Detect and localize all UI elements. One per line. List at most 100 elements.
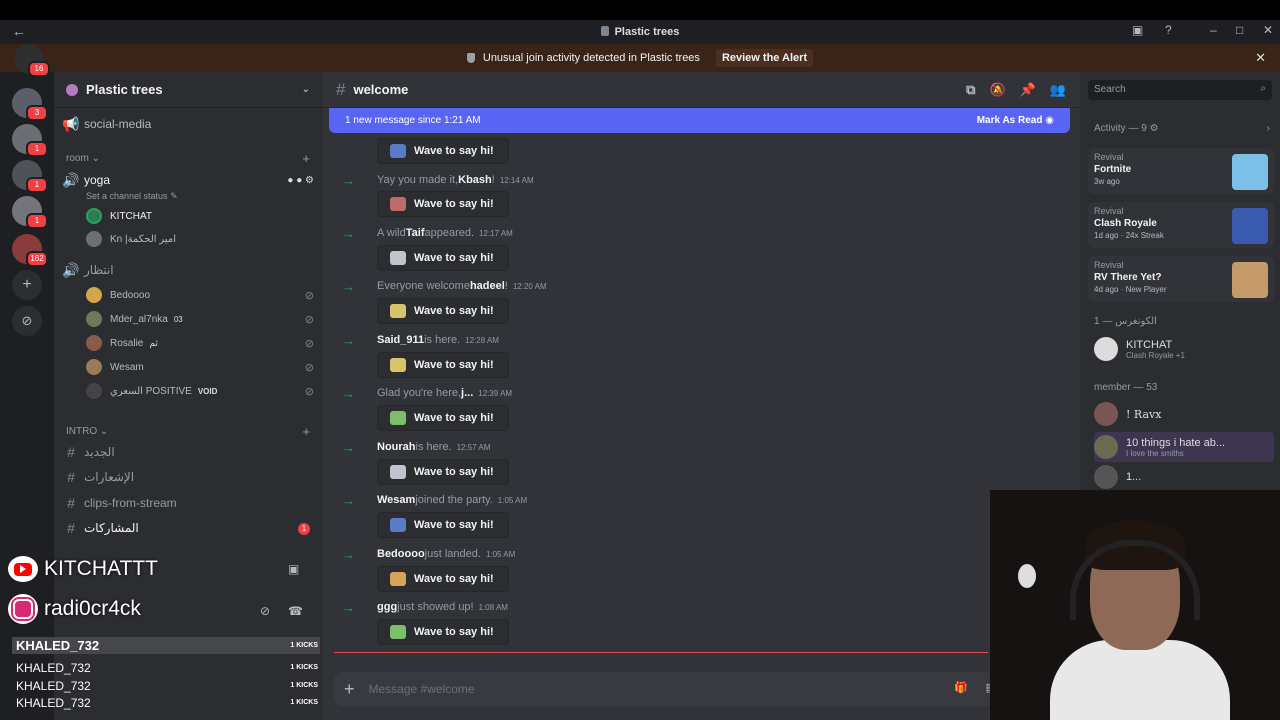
deafen-icon: ⊘ — [304, 337, 314, 350]
avatar — [86, 231, 102, 247]
deafen-icon: ⊘ — [304, 385, 314, 398]
discover-icon[interactable]: ⊘ — [12, 306, 42, 336]
speaker-icon: 🔊 — [62, 171, 80, 188]
activity-header[interactable]: Activity — 9 ⚙ › — [1094, 123, 1270, 134]
wave-button[interactable]: Wave to say hi! — [377, 191, 509, 217]
member-item[interactable]: 1... — [1094, 462, 1274, 492]
megaphone-icon: 📢 — [62, 115, 80, 132]
noise-suppression-icon[interactable]: ⊘ — [260, 604, 270, 618]
channel-notifications[interactable]: # الإشعارات — [62, 466, 314, 488]
title-bar: ← Plastic trees ▣ ? – □ ✕ — [0, 20, 1280, 44]
wave-button[interactable]: Wave to say hi! — [377, 405, 509, 431]
join-arrow-icon: → — [342, 385, 355, 401]
inbox-icon[interactable]: ▣ — [1132, 23, 1143, 37]
sticker-icon — [390, 197, 406, 211]
sticker-icon — [390, 251, 406, 265]
new-messages-bar[interactable]: 1 new message since 1:21 AM Mark As Read… — [329, 108, 1070, 133]
avatar — [86, 383, 102, 399]
chat-area: # welcome ⧉ 🔕 📌 👥 1 new message since 1:… — [322, 72, 1080, 720]
wave-button[interactable]: Wave to say hi! — [377, 352, 509, 378]
server-icon-3[interactable]: 1 — [12, 160, 48, 193]
maximize-icon[interactable]: □ — [1236, 23, 1243, 37]
avatar — [1094, 435, 1118, 459]
search-input[interactable]: Search ⌕ — [1088, 80, 1272, 100]
add-server-icon[interactable]: + — [12, 270, 42, 300]
pin-icon[interactable]: 📌 — [1020, 82, 1036, 98]
member-item[interactable]: 10 things i hate ab... I love the smiths — [1094, 432, 1274, 462]
category-intro[interactable]: INTRO ⌄ + — [66, 423, 310, 439]
voice-channel-wait[interactable]: 🔊 انتظار — [62, 259, 314, 281]
activity-card[interactable]: Revival RV There Yet? 4d ago · New Playe… — [1088, 256, 1274, 302]
voice-user[interactable]: KITCHAT — [86, 205, 314, 227]
game-thumbnail — [1232, 262, 1268, 298]
member-item[interactable]: ! Ravx — [1094, 399, 1274, 429]
wave-button[interactable]: Wave to say hi! — [377, 619, 509, 645]
mention-badge: 1 — [298, 523, 310, 535]
voice-user[interactable]: السعري POSITIVE VOID ⊘ — [86, 380, 314, 402]
server-icon-5[interactable]: 162 — [12, 234, 48, 267]
gift-icon[interactable]: 🎁 — [954, 681, 968, 694]
voice-user[interactable]: Rosalie ثم ⊘ — [86, 332, 314, 354]
add-channel-icon[interactable]: + — [302, 424, 310, 439]
close-alert-icon[interactable]: ✕ — [1255, 50, 1266, 66]
message-composer[interactable]: + Message #welcome 🎁 ▤ — [334, 672, 1068, 706]
wave-button[interactable]: Wave to say hi! — [377, 512, 509, 538]
member-list-icon[interactable]: 👥 — [1050, 82, 1066, 98]
notification-bell-icon[interactable]: 🔕 — [989, 82, 1005, 98]
server-header[interactable]: Plastic trees ⌄ — [54, 72, 322, 108]
channel-status[interactable]: Set a channel status ✎ — [86, 188, 310, 204]
wave-button[interactable]: Wave to say hi! — [377, 138, 509, 164]
role-header: الكونغرس — 1 — [1094, 316, 1157, 327]
channel-new[interactable]: # الجديد — [62, 441, 314, 463]
activity-card[interactable]: Revival Fortnite 3w ago — [1088, 148, 1274, 194]
wave-button[interactable]: Wave to say hi! — [377, 459, 509, 485]
system-message: → Said_911 is here. 12:28 AM — [342, 332, 499, 348]
help-icon[interactable]: ? — [1165, 23, 1172, 37]
sticker-icon — [390, 625, 406, 639]
channel-name: welcome — [353, 82, 409, 97]
review-alert-button[interactable]: Review the Alert — [715, 49, 814, 67]
sticker-icon — [390, 411, 406, 425]
chevron-down-icon: ⌄ — [301, 84, 310, 95]
category-room[interactable]: room ⌄ + — [66, 150, 310, 166]
voice-user[interactable]: Bedoooo ⊘ — [86, 284, 314, 306]
system-message: → Bedoooo just landed. 1:05 AM — [342, 546, 516, 562]
avatar — [1094, 337, 1118, 361]
wave-button[interactable]: Wave to say hi! — [377, 566, 509, 592]
server-emblem-icon — [66, 83, 78, 96]
server-icon-2[interactable]: 1 — [12, 124, 48, 157]
activity-card[interactable]: Revival Clash Royale 1d ago · 24x Streak — [1088, 202, 1274, 248]
sticker-icon — [390, 518, 406, 532]
home-avatar[interactable]: 16 — [14, 44, 50, 77]
add-channel-icon[interactable]: + — [302, 151, 310, 166]
avatar — [1094, 402, 1118, 426]
avatar — [86, 208, 102, 224]
join-arrow-icon: → — [342, 332, 355, 348]
voice-user[interactable]: Kn |امير الحكمة — [86, 228, 314, 250]
channel-social-media[interactable]: 📢 social-media — [62, 113, 314, 135]
voice-controls-icons[interactable]: ● ● ⚙ — [287, 175, 314, 186]
avatar — [86, 335, 102, 351]
join-arrow-icon: → — [342, 172, 355, 188]
close-window-icon[interactable]: ✕ — [1263, 23, 1273, 37]
voice-user[interactable]: Wesam ⊘ — [86, 356, 314, 378]
disconnect-icon[interactable]: ☎ — [288, 604, 303, 618]
game-thumbnail — [1232, 208, 1268, 244]
member-item[interactable]: KITCHAT Clash Royale +1 — [1094, 334, 1274, 364]
wave-button[interactable]: Wave to say hi! — [377, 298, 509, 324]
server-icon-4[interactable]: 1 — [12, 196, 48, 229]
minimize-icon[interactable]: – — [1210, 23, 1217, 37]
wave-button[interactable]: Wave to say hi! — [377, 245, 509, 271]
message-input[interactable]: Message #welcome — [369, 682, 475, 696]
system-message: → ggg just showed up! 1:08 AM — [342, 599, 508, 615]
channel-clips-from-stream[interactable]: # clips-from-stream — [62, 492, 314, 514]
voice-user[interactable]: Mder_al7nka 03 ⊘ — [86, 308, 314, 330]
mark-as-read-button[interactable]: Mark As Read ◉ — [977, 115, 1054, 126]
screen-share-icon[interactable]: ▣ — [288, 562, 299, 576]
alert-text: Unusual join activity detected in Plasti… — [482, 52, 700, 64]
server-icon-1[interactable]: 3 — [12, 88, 48, 121]
channel-participations[interactable]: # المشاركات — [62, 517, 314, 539]
search-icon: ⌕ — [1260, 83, 1266, 94]
threads-icon[interactable]: ⧉ — [966, 82, 975, 98]
add-attachment-icon[interactable]: + — [344, 679, 355, 700]
